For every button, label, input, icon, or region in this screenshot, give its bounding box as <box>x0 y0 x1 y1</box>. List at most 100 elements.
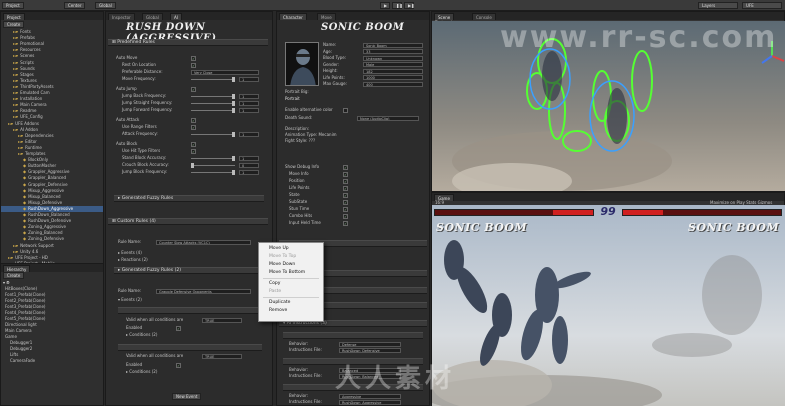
slider-knob[interactable] <box>191 163 194 168</box>
project-item[interactable]: ▸▰ Prefabs <box>1 35 103 41</box>
project-item[interactable]: ▸▰ Sounds <box>1 66 103 72</box>
char-field-value[interactable]: 400 <box>363 81 423 87</box>
ai-field-checkbox[interactable]: ✓ <box>191 56 196 61</box>
debug-field-checkbox[interactable]: ✓ <box>343 185 348 191</box>
pivot-center-button[interactable]: Center <box>64 2 86 9</box>
ai-field-value[interactable]: 1 <box>239 77 259 82</box>
death-sound-field[interactable]: None (AudioClip) <box>357 116 419 121</box>
ai-field-checkbox[interactable]: ✓ <box>191 87 196 92</box>
project-item[interactable]: ◆ Zoning_Aggressive <box>1 224 103 230</box>
char-field-value[interactable]: Male <box>363 62 423 67</box>
pause-button[interactable]: ❚❚ <box>392 2 403 9</box>
menu-item[interactable]: Move Down <box>259 261 323 268</box>
char-field-value[interactable]: 1000 <box>363 75 423 80</box>
ai-field-checkbox[interactable]: ✓ <box>191 63 196 68</box>
ai-field-slider[interactable] <box>191 77 235 82</box>
slider-knob[interactable] <box>232 101 235 106</box>
ai-field-checkbox[interactable]: ✓ <box>191 125 196 130</box>
char-field-value[interactable]: Sonic Boom <box>363 42 423 48</box>
project-item[interactable]: ▸▰ UFE Project - HD <box>1 255 103 261</box>
menu-item[interactable]: Move To Bottom <box>259 269 323 276</box>
ai-field-dropdown[interactable]: Very Close <box>191 70 259 75</box>
project-item[interactable]: ▸▰ Editor <box>1 139 103 145</box>
project-item[interactable]: ▸▰ Dependencies <box>1 133 103 139</box>
slider-knob[interactable] <box>232 170 235 175</box>
project-item[interactable]: ▸▰ Scenes <box>1 53 103 59</box>
debug-field-checkbox[interactable]: ✓ <box>343 178 348 184</box>
menu-item[interactable]: Duplicate <box>259 299 323 306</box>
project-item[interactable]: ◆ Zoning_Defensive <box>1 236 103 242</box>
tab-project[interactable]: Project <box>3 13 25 20</box>
tab-move[interactable]: Move <box>317 13 336 20</box>
project-item[interactable]: ◆ ButtonMasher <box>1 163 103 169</box>
debug-field-checkbox[interactable]: ✓ <box>343 206 348 212</box>
ai-field-value[interactable]: 1 <box>239 156 259 161</box>
project-item[interactable]: ▸▰ Resources <box>1 47 103 53</box>
tab-hierarchy[interactable]: Hierarchy <box>3 265 31 272</box>
instructions-file-field[interactable]: RushDown_Aggressive <box>339 400 401 405</box>
behavior-header[interactable] <box>283 332 423 339</box>
project-item[interactable]: ▸▰ Main Camera <box>1 102 103 108</box>
character-portrait[interactable] <box>285 42 319 86</box>
rule-name-input-2[interactable]: Grapple Defensive Opponents <box>156 289 251 294</box>
char-field-value[interactable]: 33 <box>363 49 423 54</box>
project-item[interactable]: ▸▰ AI Addon <box>1 127 103 133</box>
tab-inspector[interactable]: Inspector <box>108 13 135 20</box>
project-item[interactable]: ▸▰ Installation <box>1 96 103 102</box>
menu-item[interactable]: Remove <box>259 307 323 314</box>
slider-knob[interactable] <box>232 156 235 161</box>
ai-field-slider[interactable] <box>191 170 235 175</box>
valid-when-dropdown-2[interactable]: TRUE <box>202 354 242 359</box>
conditions-foldout-2[interactable]: ▸ Conditions (2) <box>126 369 157 375</box>
project-item[interactable]: ▸▰ Promotional <box>1 41 103 47</box>
project-item[interactable]: ▸▰ Network Support <box>1 243 103 249</box>
project-item[interactable]: ◆ BlockOnly <box>1 157 103 163</box>
tab-global[interactable]: Global <box>142 13 163 20</box>
event-1-header[interactable] <box>118 307 262 314</box>
generated-fuzzy-rules-header[interactable]: ▸ Generated Fuzzy Rules <box>114 195 264 202</box>
enabled-checkbox-2[interactable]: ✓ <box>176 363 181 368</box>
project-item[interactable]: ▸▰ Readme <box>1 108 103 114</box>
ai-field-value[interactable]: 1 <box>239 108 259 113</box>
ai-field-slider[interactable] <box>191 94 235 99</box>
slider-knob[interactable] <box>232 77 235 82</box>
project-item[interactable]: ▸▰ ThirdPartyAssets <box>1 84 103 90</box>
ai-field-value[interactable]: 1 <box>239 101 259 106</box>
ai-field-checkbox[interactable]: ✓ <box>191 149 196 154</box>
ai-field-checkbox[interactable]: ✓ <box>191 118 196 123</box>
game-viewport[interactable]: 99 SONIC BOOM SONIC BOOM <box>432 205 785 406</box>
project-item[interactable]: ◆ RushDown_Defensive <box>1 218 103 224</box>
ai-field-checkbox[interactable]: ✓ <box>191 142 196 147</box>
project-item[interactable]: ◆ Grappler_Balanced <box>1 175 103 181</box>
debug-field-checkbox[interactable]: ✓ <box>343 192 348 198</box>
project-item[interactable]: ◆ Grappler_Defensive <box>1 182 103 188</box>
alt-color-checkbox[interactable] <box>343 108 348 113</box>
menu-item[interactable]: Move Up <box>259 245 323 252</box>
create-button[interactable]: Create <box>3 21 25 28</box>
tab-console[interactable]: Console <box>472 13 496 20</box>
ai-field-value[interactable]: 1 <box>239 132 259 137</box>
tab-ai[interactable]: AI <box>170 13 182 20</box>
project-item[interactable]: ▸▰ UFE_Config <box>1 114 103 120</box>
project-item[interactable]: ▸▰ Stages <box>1 72 103 78</box>
char-field-value[interactable]: 182 <box>363 68 423 74</box>
layers-dropdown[interactable]: Layers <box>698 2 738 9</box>
ai-field-slider[interactable] <box>191 108 235 113</box>
tab-character[interactable]: Character <box>279 13 307 20</box>
event-2-header[interactable] <box>118 344 262 351</box>
generated-fuzzy-rules-2-header[interactable]: ▸ Generated Fuzzy Rules (2) <box>114 267 264 274</box>
project-tab[interactable]: Project <box>2 2 24 9</box>
project-item[interactable]: ◆ Mixup_Balanced <box>1 194 103 200</box>
ai-field-slider[interactable] <box>191 156 235 161</box>
project-item[interactable]: ▸▰ Unity 4.6 <box>1 249 103 255</box>
slider-knob[interactable] <box>232 94 235 99</box>
ai-field-value[interactable]: 1 <box>239 170 259 175</box>
project-item[interactable]: ◆ Mixup_Aggressive <box>1 188 103 194</box>
slider-knob[interactable] <box>232 108 235 113</box>
behavior-dropdown[interactable]: Defense <box>339 342 401 347</box>
ai-field-slider[interactable] <box>191 163 235 168</box>
project-item[interactable]: ▸▰ Fonts <box>1 29 103 35</box>
valid-when-dropdown-1[interactable]: TRUE <box>202 318 242 323</box>
rule-name-input-1[interactable]: Counter Slow Attacks (VC1C) <box>156 240 251 245</box>
ai-field-slider[interactable] <box>191 101 235 106</box>
